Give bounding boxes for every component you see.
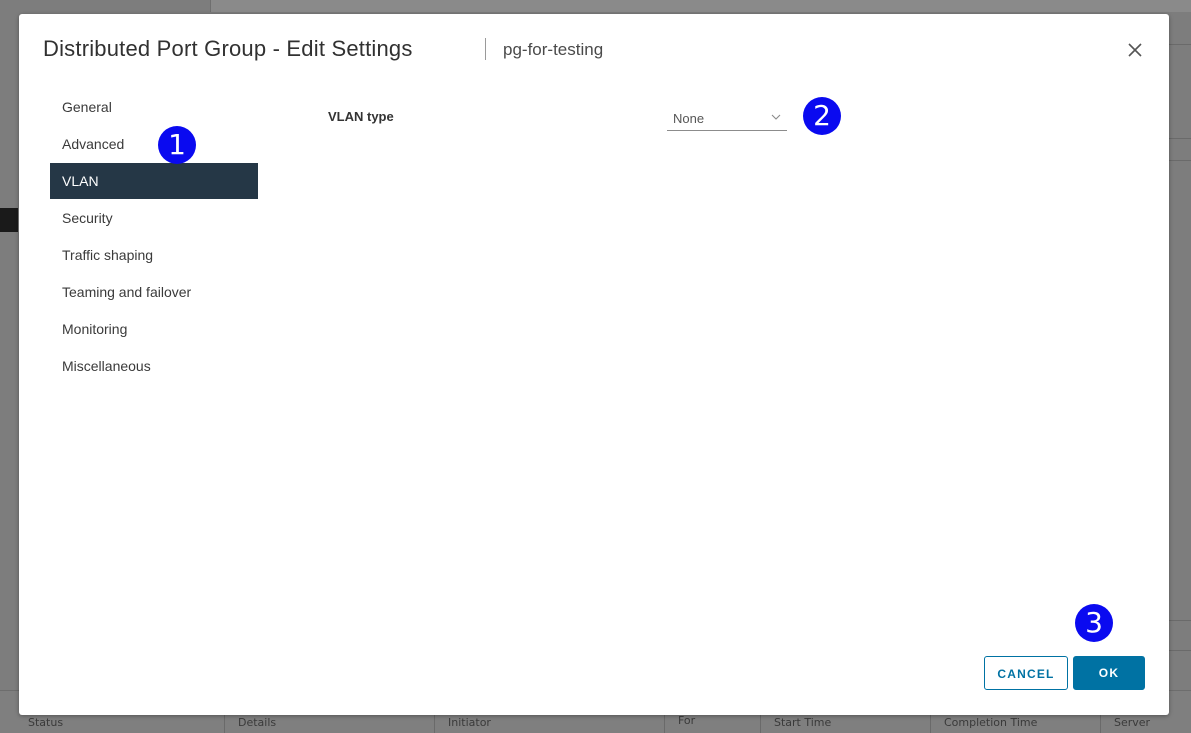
- background-column-status: Status: [28, 716, 64, 729]
- edit-settings-dialog: Distributed Port Group - Edit Settings p…: [19, 14, 1169, 715]
- annotation-marker-1: 1: [158, 126, 196, 164]
- background-column-details: Details: [238, 716, 277, 729]
- cancel-button[interactable]: CANCEL: [984, 656, 1068, 690]
- background-selected-strip: [0, 208, 18, 232]
- vlan-type-value: None: [673, 111, 705, 126]
- background-column-completion-time: Completion Time: [944, 716, 1038, 729]
- background-topbar: [210, 0, 1191, 12]
- nav-item-miscellaneous[interactable]: Miscellaneous: [50, 348, 258, 384]
- chevron-down-icon: [771, 114, 781, 120]
- settings-nav: General Advanced VLAN Security Traffic s…: [50, 89, 258, 385]
- title-separator: [485, 38, 486, 60]
- close-button[interactable]: [1125, 40, 1145, 60]
- background-column-initiator: Initiator: [448, 716, 491, 729]
- dialog-title: Distributed Port Group - Edit Settings: [43, 36, 413, 61]
- background-column-start-time: Start Time: [774, 716, 832, 729]
- nav-item-security[interactable]: Security: [50, 200, 258, 236]
- nav-item-monitoring[interactable]: Monitoring: [50, 311, 258, 347]
- ok-button[interactable]: OK: [1073, 656, 1145, 690]
- background-column-server: Server: [1114, 716, 1151, 729]
- vlan-type-select[interactable]: None: [667, 106, 787, 131]
- background-divider: [1169, 44, 1191, 45]
- nav-item-teaming-and-failover[interactable]: Teaming and failover: [50, 274, 258, 310]
- annotation-marker-3: 3: [1075, 604, 1113, 642]
- dialog-subtitle: pg-for-testing: [503, 40, 604, 59]
- background-divider: [1169, 650, 1191, 651]
- annotation-marker-2: 2: [803, 97, 841, 135]
- background-divider: [1169, 160, 1191, 161]
- close-icon: [1128, 43, 1142, 57]
- nav-item-traffic-shaping[interactable]: Traffic shaping: [50, 237, 258, 273]
- nav-item-vlan[interactable]: VLAN: [50, 163, 258, 199]
- vlan-type-label: VLAN type: [328, 109, 394, 124]
- background-divider: [1169, 620, 1191, 621]
- nav-item-general[interactable]: General: [50, 89, 258, 125]
- background-divider: [1169, 138, 1191, 139]
- dialog-header: Distributed Port Group - Edit Settings p…: [43, 36, 1145, 66]
- background-column-for: For: [678, 714, 696, 727]
- nav-item-advanced[interactable]: Advanced: [50, 126, 258, 162]
